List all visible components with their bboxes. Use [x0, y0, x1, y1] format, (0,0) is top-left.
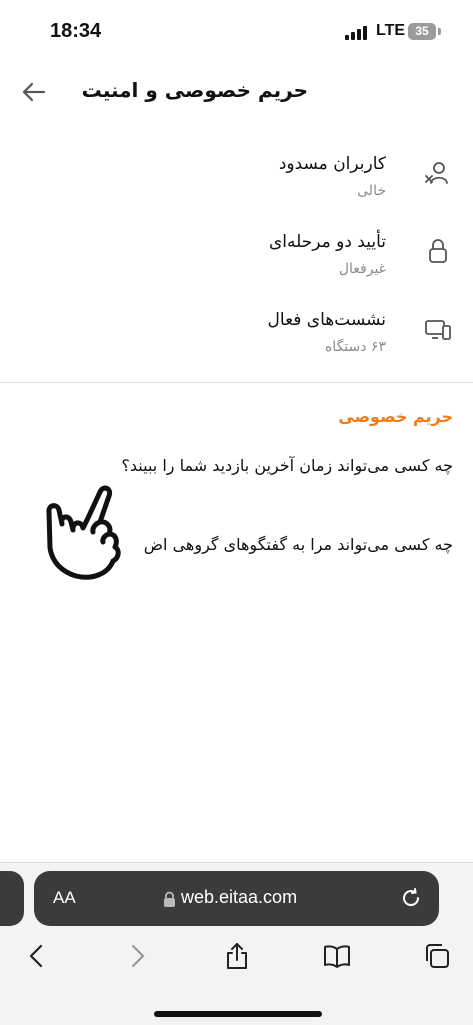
pointing-hand-icon [40, 478, 125, 583]
browser-back-icon[interactable] [22, 941, 52, 971]
bookmarks-icon[interactable] [322, 941, 352, 971]
active-sessions-label: نشست‌های فعال [267, 310, 386, 330]
previous-tab-preview[interactable] [0, 871, 24, 926]
reload-icon[interactable] [400, 887, 422, 909]
battery-icon: 35 [408, 23, 436, 40]
blocked-users-value: خالی [357, 183, 386, 199]
signal-icon [345, 26, 369, 40]
home-indicator [154, 1011, 322, 1017]
url-text[interactable]: web.eitaa.com [181, 887, 297, 908]
lock-icon [163, 891, 176, 907]
browser-forward-icon[interactable] [122, 941, 152, 971]
share-icon[interactable] [222, 941, 252, 971]
browser-toolbar: AA web.eitaa.com [0, 862, 473, 1025]
privacy-section-title: حریم خصوصی [338, 407, 453, 426]
two-step-row[interactable]: تأیید دو مرحله‌ای غیرفعال [0, 224, 473, 294]
blocked-users-label: کاربران مسدود [278, 154, 386, 174]
two-step-value: غیرفعال [338, 261, 386, 277]
blocked-user-icon [423, 158, 453, 188]
two-step-label: تأیید دو مرحله‌ای [268, 232, 386, 252]
network-type: LTE [376, 22, 406, 39]
text-size-button[interactable]: AA [53, 888, 76, 908]
active-sessions-value: ۶۳ دستگاه [324, 339, 386, 355]
battery-nub [438, 28, 441, 35]
devices-icon [423, 314, 453, 344]
last-seen-item[interactable]: چه کسی می‌تواند زمان آخرین بازدید شما را… [121, 456, 453, 475]
address-bar[interactable]: AA web.eitaa.com [34, 871, 439, 926]
blocked-users-row[interactable]: کاربران مسدود خالی [0, 146, 473, 216]
page-title: حریم خصوصی و امنیت [81, 78, 308, 102]
group-invite-item[interactable]: چه کسی می‌تواند مرا به گفتگوهای گروهی اض [144, 535, 453, 554]
section-divider [0, 382, 473, 383]
lock-icon [423, 236, 453, 266]
status-bar: 18:34 LTE 35 [0, 0, 473, 64]
status-time: 18:34 [50, 20, 102, 42]
back-arrow-icon[interactable] [20, 78, 48, 106]
tabs-icon[interactable] [422, 941, 452, 971]
active-sessions-row[interactable]: نشست‌های فعال ۶۳ دستگاه [0, 302, 473, 372]
